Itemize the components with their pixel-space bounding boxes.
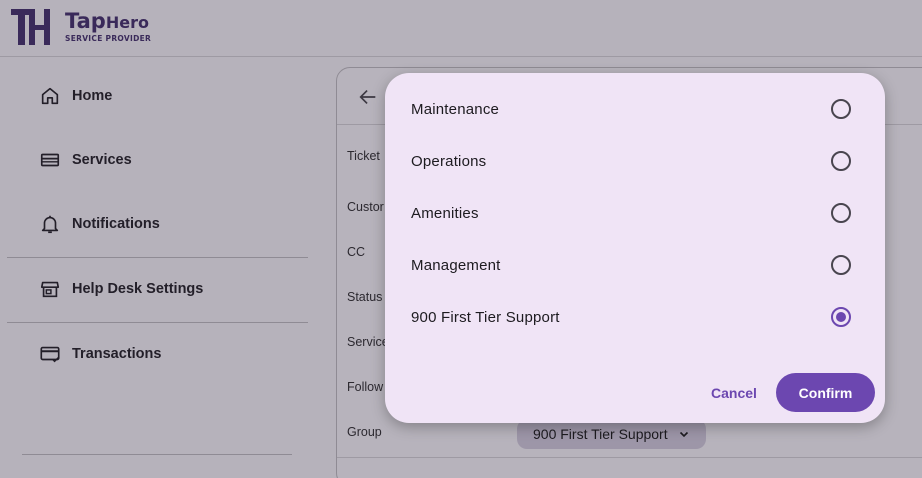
- option-amenities[interactable]: Amenities: [385, 187, 885, 239]
- back-arrow-icon[interactable]: [357, 86, 379, 108]
- sidebar-item-notifications[interactable]: Notifications: [38, 210, 160, 238]
- field-label-group: Group: [347, 425, 382, 439]
- option-label: Maintenance: [411, 100, 500, 118]
- option-label: Management: [411, 256, 501, 274]
- field-label-status: Status: [347, 290, 383, 304]
- bell-icon: [38, 212, 62, 236]
- card-check-icon: [38, 342, 62, 366]
- brand-subtitle: SERVICE PROVIDER: [65, 34, 152, 43]
- option-label: Operations: [411, 152, 487, 170]
- radio-button[interactable]: [831, 99, 851, 119]
- sidebar-item-label: Transactions: [72, 346, 162, 362]
- sidebar-item-help-desk-settings[interactable]: Help Desk Settings: [38, 275, 203, 303]
- app-header: TapHero SERVICE PROVIDER: [0, 0, 922, 57]
- sidebar-item-transactions[interactable]: Transactions: [38, 340, 161, 368]
- option-900-first-tier-support[interactable]: 900 First Tier Support: [385, 291, 885, 343]
- field-label-service: Service: [347, 335, 389, 349]
- sidebar-item-home[interactable]: Home: [38, 82, 112, 110]
- option-management[interactable]: Management: [385, 239, 885, 291]
- radio-button[interactable]: [831, 203, 851, 223]
- sidebar-item-label: Home: [72, 88, 113, 104]
- option-label: 900 First Tier Support: [411, 308, 560, 326]
- brand-title-small: Hero: [105, 13, 149, 32]
- brand-title-big: Tap: [65, 9, 106, 33]
- sidebar-item-services[interactable]: Services: [38, 146, 132, 174]
- field-label-follow: Follow: [347, 380, 384, 394]
- chevron-down-icon: [679, 431, 688, 438]
- field-label-ticket: Ticket: [347, 149, 380, 163]
- option-label: Amenities: [411, 204, 479, 222]
- group-select-dialog: Maintenance Operations Amenities Managem…: [385, 73, 885, 423]
- sidebar-divider: [7, 322, 308, 323]
- storefront-icon: [38, 277, 62, 301]
- group-select-chip[interactable]: 900 First Tier Support: [517, 419, 706, 449]
- services-icon: [38, 148, 62, 172]
- confirm-button[interactable]: Confirm: [776, 373, 875, 412]
- sidebar: Home Services Notifications Help Desk Se…: [0, 58, 316, 478]
- cancel-button[interactable]: Cancel: [703, 373, 765, 412]
- sidebar-item-label: Notifications: [72, 216, 160, 232]
- radio-button[interactable]: [831, 151, 851, 171]
- sidebar-divider: [22, 454, 292, 455]
- home-icon: [38, 84, 62, 108]
- option-maintenance[interactable]: Maintenance: [385, 83, 885, 135]
- radio-button[interactable]: [831, 255, 851, 275]
- sidebar-item-label: Services: [72, 152, 132, 168]
- field-label-customer: Custor: [347, 200, 384, 214]
- group-select-value: 900 First Tier Support: [533, 426, 668, 442]
- card-divider: [337, 457, 922, 458]
- option-operations[interactable]: Operations: [385, 135, 885, 187]
- sidebar-item-label: Help Desk Settings: [72, 281, 204, 297]
- brand-name: TapHero SERVICE PROVIDER: [65, 10, 151, 43]
- field-label-cc: CC: [347, 245, 366, 259]
- sidebar-divider: [7, 257, 308, 258]
- taphero-logo: [11, 9, 50, 45]
- radio-button-selected[interactable]: [831, 307, 851, 327]
